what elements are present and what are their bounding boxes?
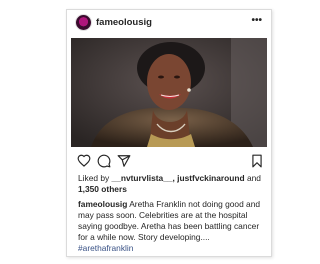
send-icon[interactable] <box>117 154 131 173</box>
post-caption: fameolousig Aretha Franklin not doing go… <box>78 199 268 254</box>
likes-names[interactable]: __nvturvlista__, justfvckinaround <box>112 173 245 183</box>
instagram-post-card: fameolousig ••• Liked by __nvturvlista__… <box>66 9 272 257</box>
photo-illustration <box>71 38 267 147</box>
bookmark-icon[interactable] <box>251 154 263 173</box>
caption-username[interactable]: fameolousig <box>78 199 127 209</box>
likes-joiner: and <box>244 173 261 183</box>
post-photo[interactable] <box>71 38 267 147</box>
likes-line: Liked by __nvturvlista__, justfvckinarou… <box>78 173 268 195</box>
comment-icon[interactable] <box>97 154 111 173</box>
heart-icon[interactable] <box>77 154 91 172</box>
more-dots-icon[interactable]: ••• <box>251 15 262 26</box>
likes-prefix: Liked by <box>78 173 112 183</box>
likes-count[interactable]: 1,350 others <box>78 184 127 194</box>
post-username[interactable]: fameolousig <box>96 17 152 28</box>
hashtag-link[interactable]: #arethafranklin <box>78 243 133 253</box>
avatar[interactable] <box>76 15 91 30</box>
post-actions <box>77 154 263 168</box>
post-header: fameolousig ••• <box>67 10 271 36</box>
